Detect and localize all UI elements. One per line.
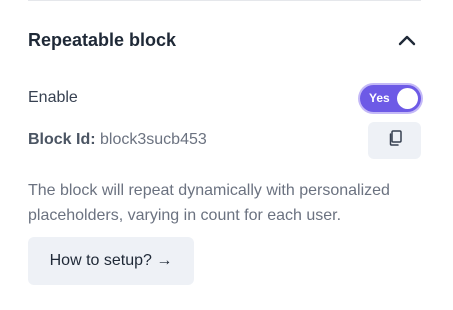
toggle-knob (397, 87, 418, 109)
block-id-label: Block Id: (28, 131, 96, 148)
how-to-setup-button[interactable]: How to setup? → (28, 237, 194, 285)
block-id-row: Block Id: block3sucb453 (28, 121, 421, 159)
block-id-display: Block Id: block3sucb453 (28, 131, 207, 149)
copy-icon (388, 129, 402, 151)
enable-label: Enable (28, 89, 78, 106)
enable-toggle[interactable]: Yes (360, 84, 421, 112)
toggle-state-text: Yes (369, 91, 390, 105)
section-divider (28, 0, 421, 1)
section-title: Repeatable block (28, 29, 177, 50)
copy-block-id-button[interactable] (368, 121, 421, 159)
chevron-up-icon[interactable] (397, 30, 417, 50)
block-description: The block will repeat dynamically with p… (28, 182, 390, 224)
enable-row: Enable Yes (28, 84, 421, 112)
repeatable-block-header[interactable]: Repeatable block (28, 26, 421, 54)
block-id-value: block3sucb453 (100, 131, 207, 148)
